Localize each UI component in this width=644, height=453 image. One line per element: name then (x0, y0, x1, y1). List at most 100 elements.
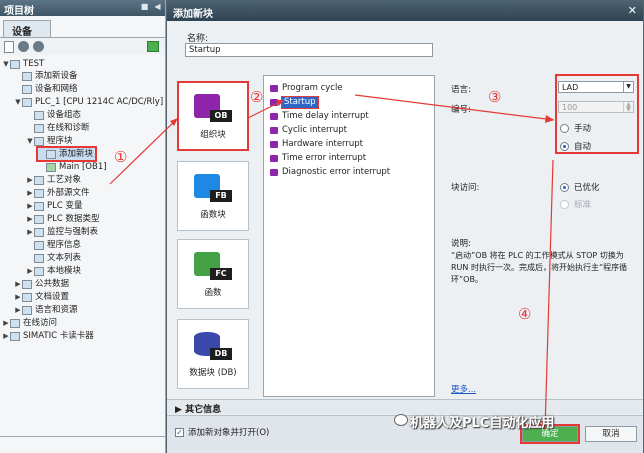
tree-item-plc-tags[interactable]: ▶ PLC 变量 (26, 200, 85, 212)
tree-item-external-source[interactable]: ▶ 外部源文件 (26, 187, 92, 199)
project-tree-panel: 项目树 ■ ◀ 设备 ▼ TEST 添加新设备 设备和网络 ▼ PLC_1 [CPU… (0, 0, 166, 453)
ob-type-cyclic[interactable]: Cyclic interrupt (270, 125, 347, 136)
ob-item-icon (270, 85, 278, 92)
ob-block-button[interactable]: OB 组织块 (177, 81, 249, 151)
folder-icon (34, 188, 44, 198)
numbering-highlight (555, 74, 639, 154)
fb-block-icon: FB (194, 172, 232, 202)
ob-item-icon (270, 127, 278, 134)
fc-block-label: 函数 (204, 288, 222, 298)
fb-block-button[interactable]: FB 函数块 (177, 161, 249, 231)
add-new-block-dialog: 添加新块 ✕ 名称: Startup OB 组织块 FB 函数块 FC 函数 D… (166, 0, 644, 453)
tree-item-online-diag[interactable]: 在线和诊断 (26, 122, 92, 134)
db-block-label: 数据块 (DB) (189, 368, 237, 378)
ok-button[interactable]: 确定 (520, 424, 580, 444)
panel-title: 项目树 ■ ◀ (0, 0, 165, 17)
network-icon (22, 84, 32, 94)
tree-item-doc-settings[interactable]: ▶ 文档设置 (14, 291, 71, 303)
list-icon (34, 253, 44, 263)
diagnostic-icon (34, 123, 44, 133)
ob-type-program-cycle[interactable]: Program cycle (270, 83, 343, 94)
folder-icon (34, 201, 44, 211)
pin-icon[interactable]: ■ (140, 2, 149, 11)
ob-type-startup[interactable]: Startup (270, 96, 319, 109)
tree-item-languages[interactable]: ▶ 语言和资源 (14, 304, 80, 316)
tab-devices[interactable]: 设备 (3, 20, 51, 38)
folder-icon (34, 214, 44, 224)
config-icon (34, 110, 44, 120)
folder-icon (22, 305, 32, 315)
tree-item-card-reader[interactable]: ▶ SIMATIC 卡读卡器 (2, 330, 96, 342)
ob-type-hardware[interactable]: Hardware interrupt (270, 139, 363, 150)
folder-icon (34, 175, 44, 185)
tree-item-plc[interactable]: ▼ PLC_1 [CPU 1214C AC/DC/Rly] (14, 96, 165, 108)
ob-item-icon (270, 169, 278, 176)
language-label: 语言: (451, 85, 471, 95)
checkmark-icon: ✓ (175, 427, 184, 437)
more-link[interactable]: 更多... (451, 383, 476, 395)
name-input[interactable]: Startup (185, 43, 433, 57)
ob-item-icon (270, 113, 278, 120)
info-icon (34, 240, 44, 250)
fc-block-icon: FC (194, 250, 232, 280)
number-label: 编号: (451, 105, 471, 115)
dialog-title: 添加新块 (173, 9, 213, 20)
tree-item-program-blocks[interactable]: ▼ 程序块 (26, 135, 75, 147)
collapse-icon[interactable]: ◀ (153, 2, 162, 11)
step-marker-1: ① (114, 148, 128, 166)
tree-item-main-ob1[interactable]: Main [OB1] (38, 161, 109, 173)
panel-divider (0, 436, 165, 437)
ob-block-icon: OB (194, 92, 232, 122)
module-icon (34, 266, 44, 276)
tree-item-plc-datatypes[interactable]: ▶ PLC 数据类型 (26, 213, 102, 225)
standard-radio: 标准 (560, 198, 591, 210)
close-icon[interactable]: ✕ (628, 4, 637, 17)
folder-icon (34, 136, 44, 146)
radio-dot (560, 182, 569, 192)
add-and-open-checkbox[interactable]: ✓ 添加新对象并打开(O) (175, 426, 269, 438)
back-icon[interactable] (18, 41, 29, 52)
ob-type-diagnostic-error[interactable]: Diagnostic error interrupt (270, 167, 390, 178)
project-icon (10, 59, 20, 69)
ob-item-icon (270, 155, 278, 162)
panel-title-text: 项目树 (4, 6, 34, 17)
db-block-button[interactable]: DB 数据块 (DB) (177, 319, 249, 389)
ob-item-icon (270, 99, 278, 106)
tree-item-local-modules[interactable]: ▶ 本地模块 (26, 265, 83, 277)
ob-type-time-error[interactable]: Time error interrupt (270, 153, 366, 164)
optimized-radio[interactable]: 已优化 (560, 181, 600, 193)
tree-item-device-config[interactable]: 设备组态 (26, 109, 83, 121)
project-tree: ▼ TEST 添加新设备 设备和网络 ▼ PLC_1 [CPU 1214C AC/D… (0, 55, 165, 433)
ob-type-time-delay[interactable]: Time delay interrupt (270, 111, 369, 122)
ob-item-icon (270, 141, 278, 148)
tree-view-icon[interactable] (147, 41, 159, 52)
other-info-section[interactable]: ▶ 其它信息 (167, 399, 643, 415)
tree-item-watch-tables[interactable]: ▶ 监控与强制表 (26, 226, 100, 238)
tree-item-common-data[interactable]: ▶ 公共数据 (14, 278, 71, 290)
description-label: 说明: (451, 239, 471, 249)
db-block-icon: DB (194, 330, 232, 360)
tree-toolbar (0, 37, 165, 55)
ob-type-list: Program cycle Startup Time delay interru… (263, 75, 435, 397)
folder-icon (34, 227, 44, 237)
tree-item-add-device[interactable]: 添加新设备 (14, 70, 80, 82)
document-icon[interactable] (4, 40, 14, 53)
tree-item-tech-objects[interactable]: ▶ 工艺对象 (26, 174, 83, 186)
tree-item-test[interactable]: ▼ TEST (2, 58, 46, 70)
expand-icon[interactable]: ▶ (175, 405, 185, 415)
forward-icon[interactable] (33, 41, 44, 52)
dialog-title-bar: 添加新块 ✕ (167, 1, 643, 21)
tree-item-online-access[interactable]: ▶ 在线访问 (2, 317, 59, 329)
tree-item-text-lists[interactable]: 文本列表 (26, 252, 83, 264)
add-device-icon (22, 71, 32, 81)
cancel-button[interactable]: 取消 (585, 426, 637, 442)
fc-block-button[interactable]: FC 函数 (177, 239, 249, 309)
plc-icon (22, 97, 32, 107)
block-access-label: 块访问: (451, 183, 480, 193)
ob-block-label: 组织块 (200, 130, 226, 140)
tree-item-add-new-block[interactable]: 添加新块 (35, 146, 98, 162)
online-icon (10, 318, 20, 328)
tree-item-devices-networks[interactable]: 设备和网络 (14, 83, 80, 95)
step-marker-4: ④ (518, 305, 532, 323)
tree-item-program-info[interactable]: 程序信息 (26, 239, 83, 251)
